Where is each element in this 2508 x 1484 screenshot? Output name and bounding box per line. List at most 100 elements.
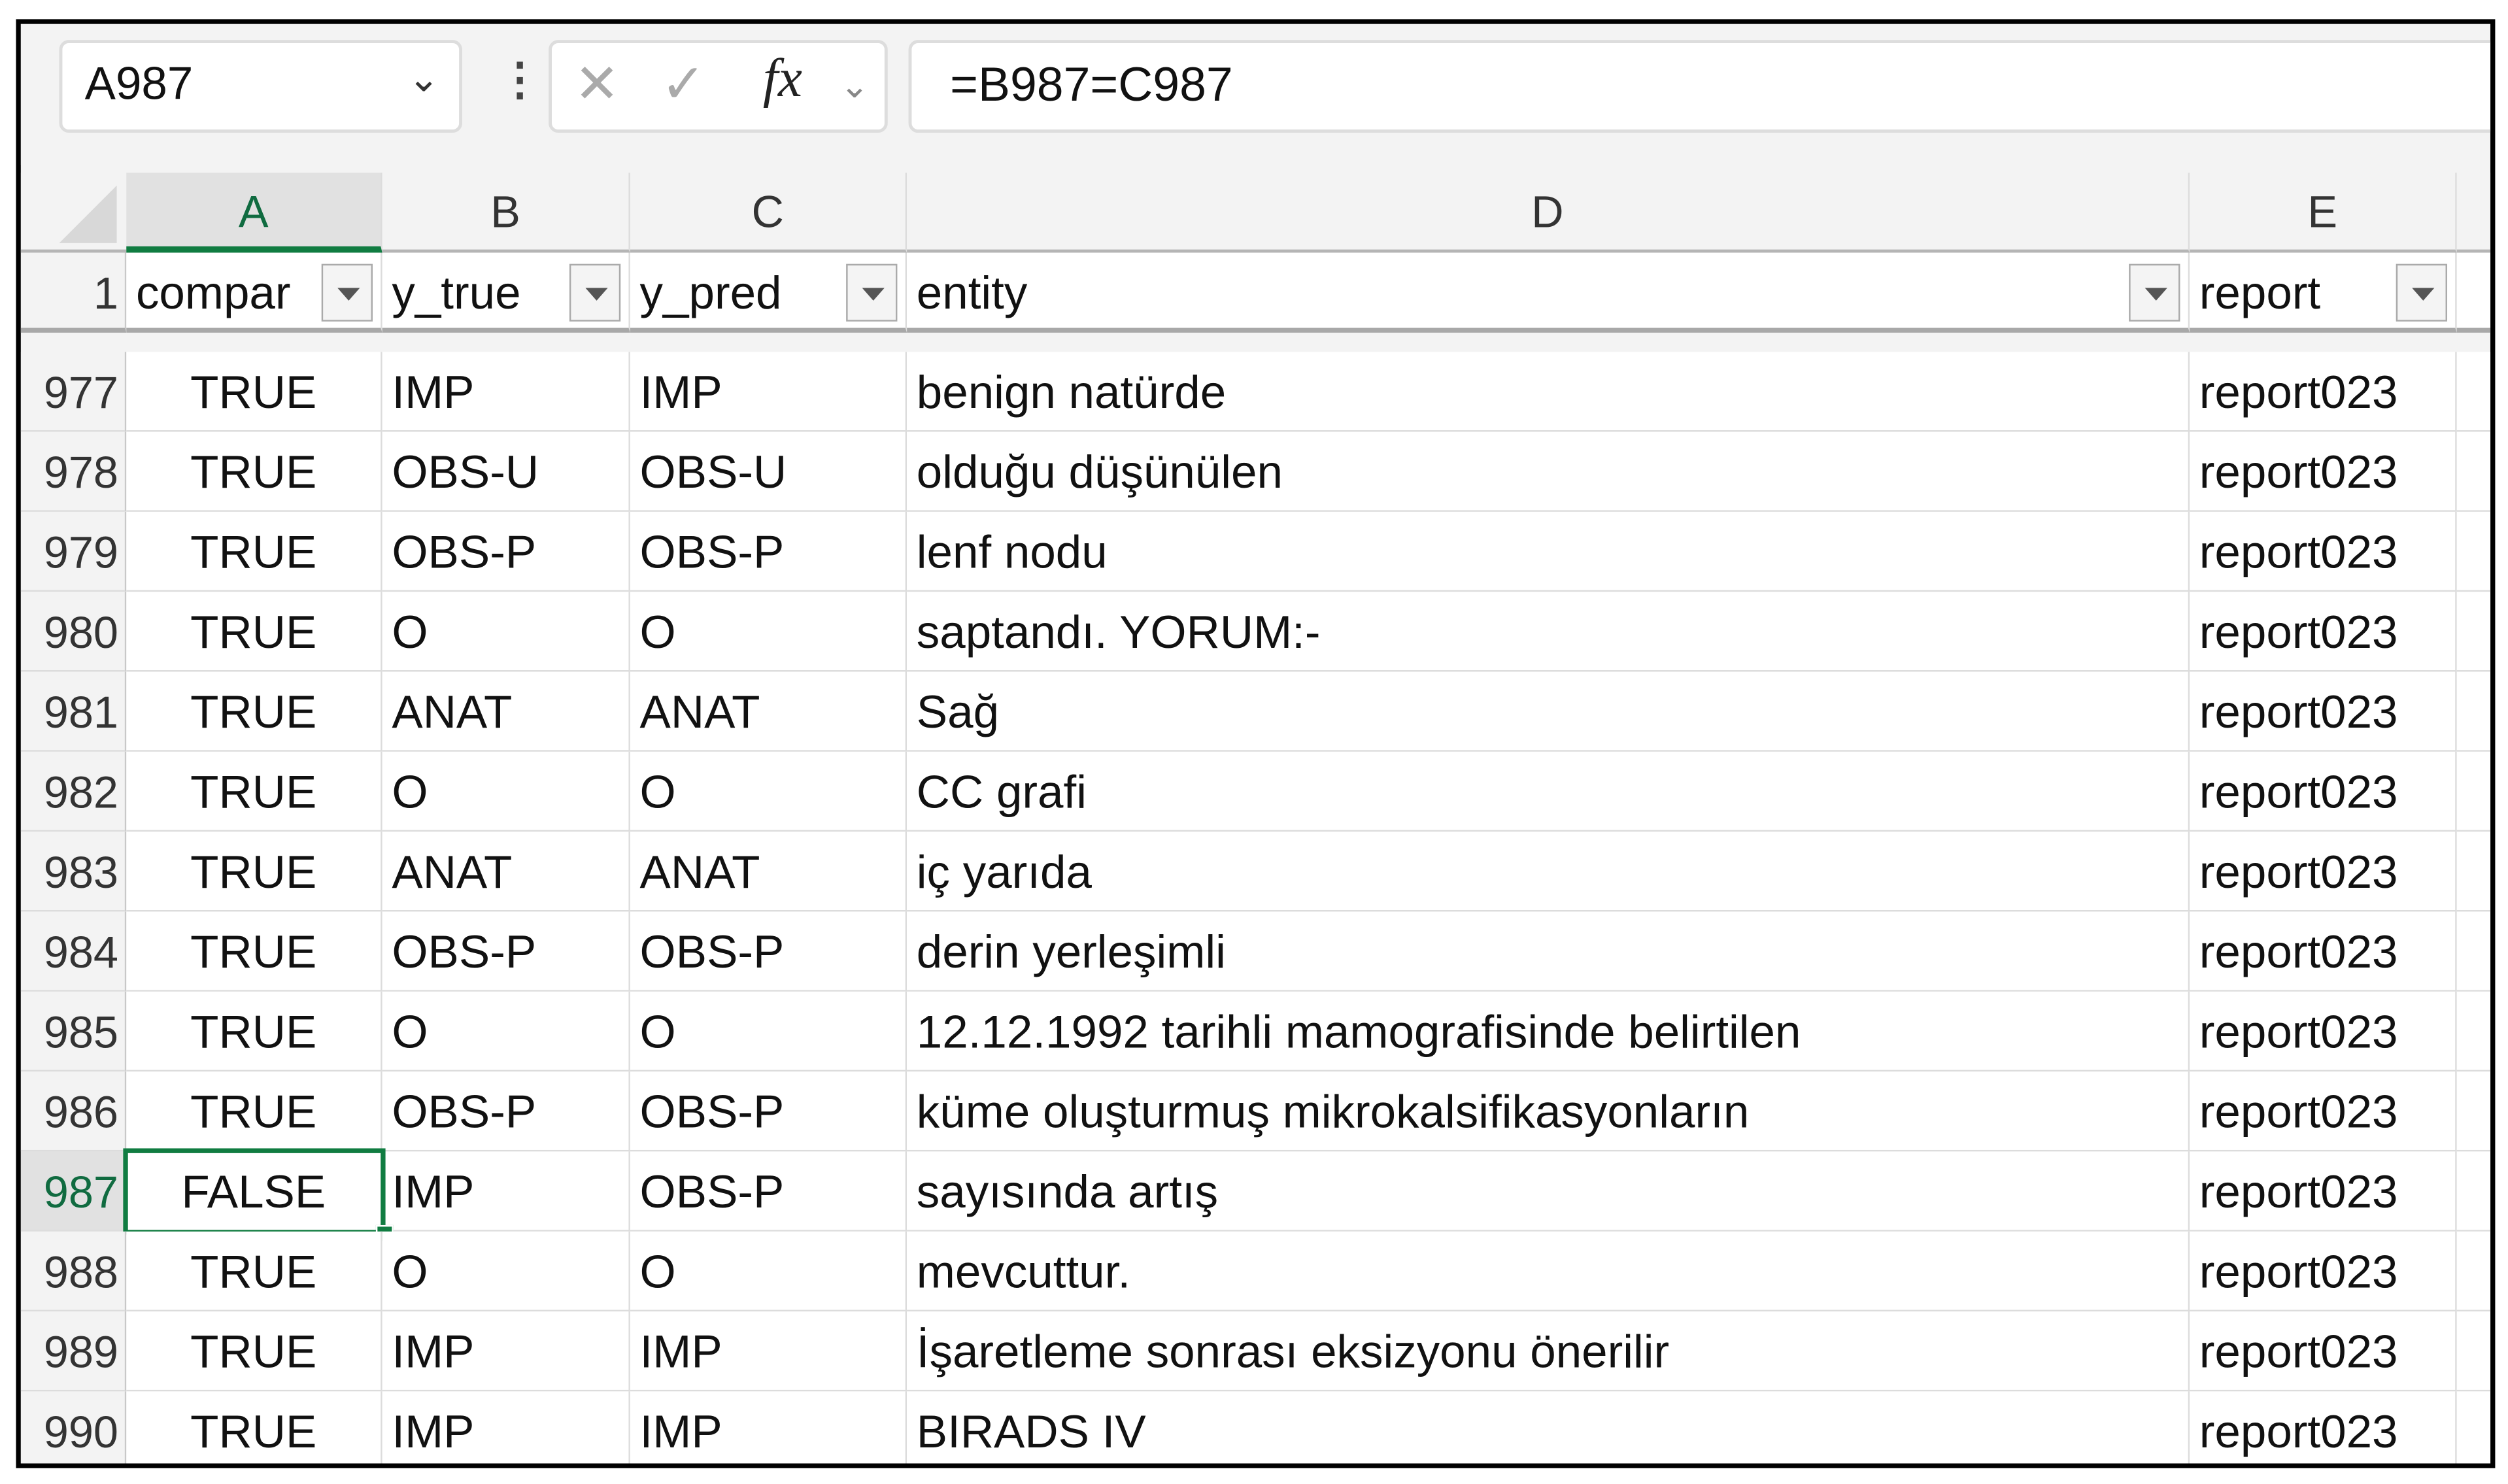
cell-d[interactable]: İşaretleme sonrası eksizyonu önerilir — [907, 1311, 2190, 1392]
empty-cell[interactable] — [2456, 911, 2491, 992]
cell-c[interactable]: OBS-P — [630, 511, 907, 592]
cell-c[interactable]: OBS-P — [630, 1151, 907, 1232]
cell-d[interactable]: CC grafi — [907, 751, 2190, 832]
cell-b[interactable]: OBS-P — [382, 1071, 630, 1152]
cell-d[interactable]: 12.12.1992 tarihli mamografisinde belirt… — [907, 991, 2190, 1072]
empty-cell[interactable] — [2456, 352, 2491, 432]
cell-e[interactable]: report023 — [2190, 991, 2457, 1072]
name-box[interactable]: A987 ⌄ — [59, 40, 463, 133]
cell-a[interactable]: TRUE — [126, 1391, 382, 1464]
header-cell-y-true[interactable]: y_true — [382, 252, 630, 333]
cell-c[interactable]: ANAT — [630, 832, 907, 912]
cell-b[interactable]: O — [382, 991, 630, 1072]
filter-dropdown-icon[interactable] — [569, 263, 621, 322]
cell-d[interactable]: Sağ — [907, 671, 2190, 752]
cell-e[interactable]: report023 — [2190, 751, 2457, 832]
cell-e[interactable]: report023 — [2190, 911, 2457, 992]
fx-icon[interactable]: fx — [763, 50, 802, 110]
cell-b[interactable]: IMP — [382, 1151, 630, 1232]
name-box-value[interactable]: A987 — [85, 59, 194, 112]
row-header[interactable]: 983 — [20, 832, 127, 912]
column-header-e[interactable]: E — [2190, 173, 2457, 253]
cell-c[interactable]: IMP — [630, 352, 907, 432]
empty-cell[interactable] — [2456, 252, 2491, 333]
empty-cell[interactable] — [2456, 1151, 2491, 1232]
formula-input[interactable]: =B987=C987 — [908, 40, 2491, 133]
empty-cell[interactable] — [2456, 431, 2491, 512]
formula-value[interactable]: =B987=C987 — [950, 59, 1233, 114]
header-cell-y-pred[interactable]: y_pred — [630, 252, 907, 333]
cell-b[interactable]: O — [382, 751, 630, 832]
cell-c[interactable]: O — [630, 592, 907, 672]
empty-cell[interactable] — [2456, 832, 2491, 912]
cell-d[interactable]: mevcuttur. — [907, 1231, 2190, 1312]
cell-a[interactable]: TRUE — [126, 1311, 382, 1392]
cell-e[interactable]: report023 — [2190, 1071, 2457, 1152]
check-icon[interactable]: ✓ — [660, 53, 706, 117]
header-cell-report[interactable]: report — [2190, 252, 2457, 333]
row-header[interactable]: 990 — [20, 1391, 127, 1464]
header-cell-compar[interactable]: compar — [126, 252, 382, 333]
column-header-c[interactable]: C — [630, 173, 907, 253]
cell-e[interactable]: report023 — [2190, 431, 2457, 512]
cell-b[interactable]: O — [382, 592, 630, 672]
cell-b[interactable]: ANAT — [382, 671, 630, 752]
filter-dropdown-icon[interactable] — [846, 263, 898, 322]
cell-b[interactable]: IMP — [382, 1391, 630, 1464]
row-header[interactable]: 981 — [20, 671, 127, 752]
row-header[interactable]: 984 — [20, 911, 127, 992]
cell-d[interactable]: BIRADS IV — [907, 1391, 2190, 1464]
cell-d[interactable]: sayısında artış — [907, 1151, 2190, 1232]
cell-a[interactable]: TRUE — [126, 911, 382, 992]
cell-a[interactable]: TRUE — [126, 751, 382, 832]
cell-a[interactable]: FALSE — [126, 1151, 382, 1232]
cell-c[interactable]: O — [630, 751, 907, 832]
chevron-down-icon[interactable]: ⌄ — [839, 65, 869, 107]
cell-b[interactable]: IMP — [382, 352, 630, 432]
filter-dropdown-icon[interactable] — [321, 263, 373, 322]
more-options-icon[interactable]: ⋮ — [498, 53, 542, 106]
cell-b[interactable]: OBS-P — [382, 911, 630, 992]
empty-cell[interactable] — [2456, 751, 2491, 832]
cell-c[interactable]: IMP — [630, 1391, 907, 1464]
cell-d[interactable]: lenf nodu — [907, 511, 2190, 592]
filter-dropdown-icon[interactable] — [2396, 263, 2447, 322]
empty-cell[interactable] — [2456, 1311, 2491, 1392]
empty-cell[interactable] — [2456, 991, 2491, 1072]
row-header[interactable]: 980 — [20, 592, 127, 672]
cell-e[interactable]: report023 — [2190, 1231, 2457, 1312]
cell-d[interactable]: benign natürde — [907, 352, 2190, 432]
cell-e[interactable]: report023 — [2190, 832, 2457, 912]
cell-c[interactable]: OBS-P — [630, 911, 907, 992]
cell-c[interactable]: OBS-P — [630, 1071, 907, 1152]
x-icon[interactable]: ✕ — [574, 53, 620, 117]
cell-b[interactable]: OBS-P — [382, 511, 630, 592]
empty-cell[interactable] — [2456, 592, 2491, 672]
row-header[interactable]: 979 — [20, 511, 127, 592]
cell-a[interactable]: TRUE — [126, 1231, 382, 1312]
empty-cell[interactable] — [2456, 1231, 2491, 1312]
empty-cell[interactable] — [2456, 1071, 2491, 1152]
empty-cell[interactable] — [2456, 671, 2491, 752]
header-cell-entity[interactable]: entity — [907, 252, 2190, 333]
cell-e[interactable]: report023 — [2190, 592, 2457, 672]
cell-d[interactable]: saptandı. YORUM:- — [907, 592, 2190, 672]
row-header[interactable]: 985 — [20, 991, 127, 1072]
row-header[interactable]: 989 — [20, 1311, 127, 1392]
cell-e[interactable]: report023 — [2190, 1391, 2457, 1464]
cell-c[interactable]: OBS-U — [630, 431, 907, 512]
cell-b[interactable]: IMP — [382, 1311, 630, 1392]
cell-a[interactable]: TRUE — [126, 352, 382, 432]
cell-d[interactable]: küme oluşturmuş mikrokalsifikasyonların — [907, 1071, 2190, 1152]
cell-e[interactable]: report023 — [2190, 1151, 2457, 1232]
row-header[interactable]: 987 — [20, 1151, 127, 1232]
select-all-button[interactable] — [20, 173, 127, 253]
cell-a[interactable]: TRUE — [126, 511, 382, 592]
filter-dropdown-icon[interactable] — [2129, 263, 2180, 322]
cell-b[interactable]: ANAT — [382, 832, 630, 912]
cell-e[interactable]: report023 — [2190, 511, 2457, 592]
row-header[interactable]: 977 — [20, 352, 127, 432]
column-header-a[interactable]: A — [126, 173, 382, 253]
column-header-b[interactable]: B — [382, 173, 630, 253]
cell-b[interactable]: O — [382, 1231, 630, 1312]
